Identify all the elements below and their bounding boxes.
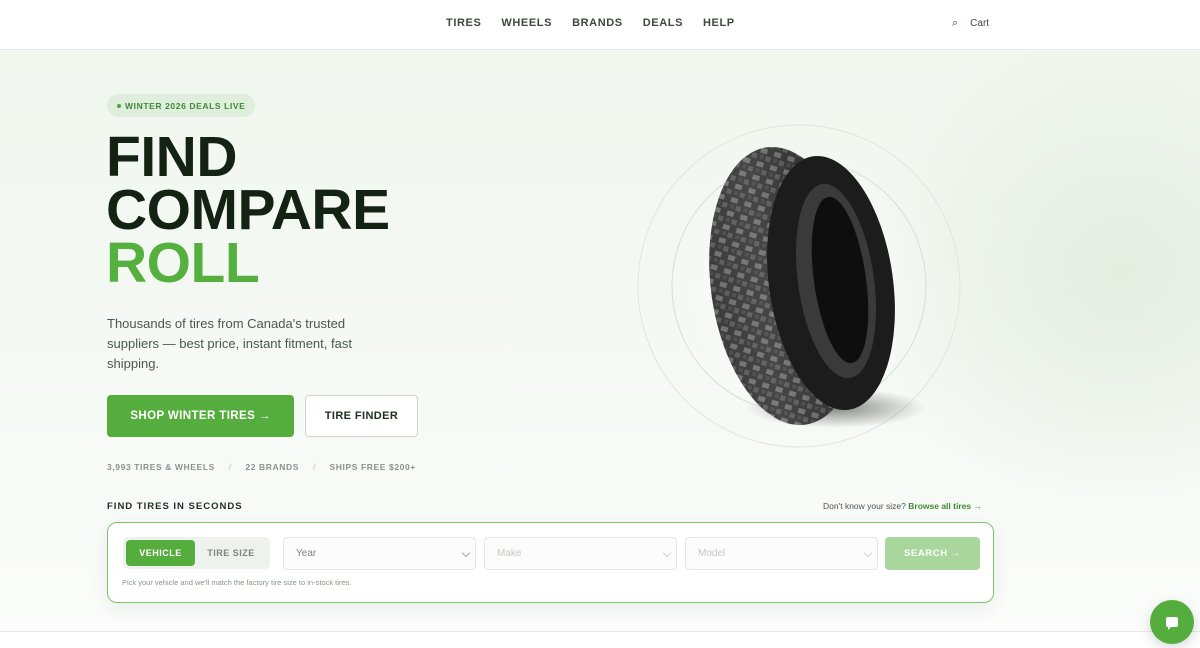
chevron-down-icon [461,548,471,558]
nav-help[interactable]: HELP [703,17,735,29]
promo-badge-text: WINTER 2026 DEALS LIVE [125,100,246,111]
hero-stats: 3,993 TIRES & WHEELS / 22 BRANDS / SHIPS… [107,462,416,472]
promo-badge: WINTER 2026 DEALS LIVE [107,94,256,117]
browse-all-tires-link[interactable]: Browse all tires → [908,501,982,511]
stat-separator: / [228,462,232,472]
search-mode-toggle: VEHICLE TIRE SIZE [123,537,270,569]
shop-winter-tires-button[interactable]: SHOP WINTER TIRES → [107,395,294,437]
tire-image [637,124,961,448]
stat-separator: / [312,462,316,472]
hero-headline: FIND COMPARE ROLL [106,125,390,295]
tire-finder-panel: VEHICLE TIRE SIZE Year Make Model SEARCH… [107,522,994,603]
hero-section: WINTER 2026 DEALS LIVE FIND COMPARE ROLL… [0,51,1200,631]
make-select-value: Make [497,548,522,559]
stat-brands: 22 BRANDS [245,462,299,472]
chevron-down-icon [863,548,873,558]
cart-link[interactable]: Cart [970,18,989,29]
nav-wheels[interactable]: WHEELS [501,17,552,29]
finder-help: Don't know your size? Browse all tires → [823,501,982,511]
year-select[interactable]: Year [283,537,476,570]
hero-subtext: Thousands of tires from Canada's trusted… [107,316,352,371]
status-dot [117,103,121,108]
stat-inventory: 3,993 TIRES & WHEELS [107,462,215,472]
finder-note: Pick your vehicle and we'll match the fa… [122,578,352,587]
finder-title: FIND TIRES IN SECONDS [107,501,243,512]
next-section [0,632,1200,648]
nav-deals[interactable]: DEALS [643,17,683,29]
year-select-value: Year [296,548,317,559]
nav-actions: ⌕ Cart [952,17,989,29]
search-button[interactable]: SEARCH → [885,537,980,570]
chevron-down-icon [662,548,672,558]
headline-line-roll: ROLL [106,231,260,295]
headline-line-compare: COMPARE [106,178,390,242]
tire-finder-button[interactable]: TIRE FINDER [305,395,418,437]
tab-tire-size[interactable]: TIRE SIZE [195,540,267,566]
main-menu: TIRES WHEELS BRANDS DEALS HELP [446,17,735,29]
chat-button[interactable] [1150,600,1194,644]
model-select-value: Model [698,548,726,559]
finder-help-text: Don't know your size? [823,501,906,511]
model-select[interactable]: Model [685,537,878,570]
make-select[interactable]: Make [484,537,677,570]
nav-tires[interactable]: TIRES [446,17,481,29]
stat-shipping: SHIPS FREE $200+ [329,462,416,472]
search-icon[interactable]: ⌕ [952,17,958,29]
headline-line-find: FIND [106,125,237,189]
chat-icon [1166,617,1178,630]
tab-vehicle[interactable]: VEHICLE [126,540,195,566]
nav-brands[interactable]: BRANDS [572,17,623,29]
top-nav: TIRES WHEELS BRANDS DEALS HELP ⌕ Cart [0,0,1200,50]
